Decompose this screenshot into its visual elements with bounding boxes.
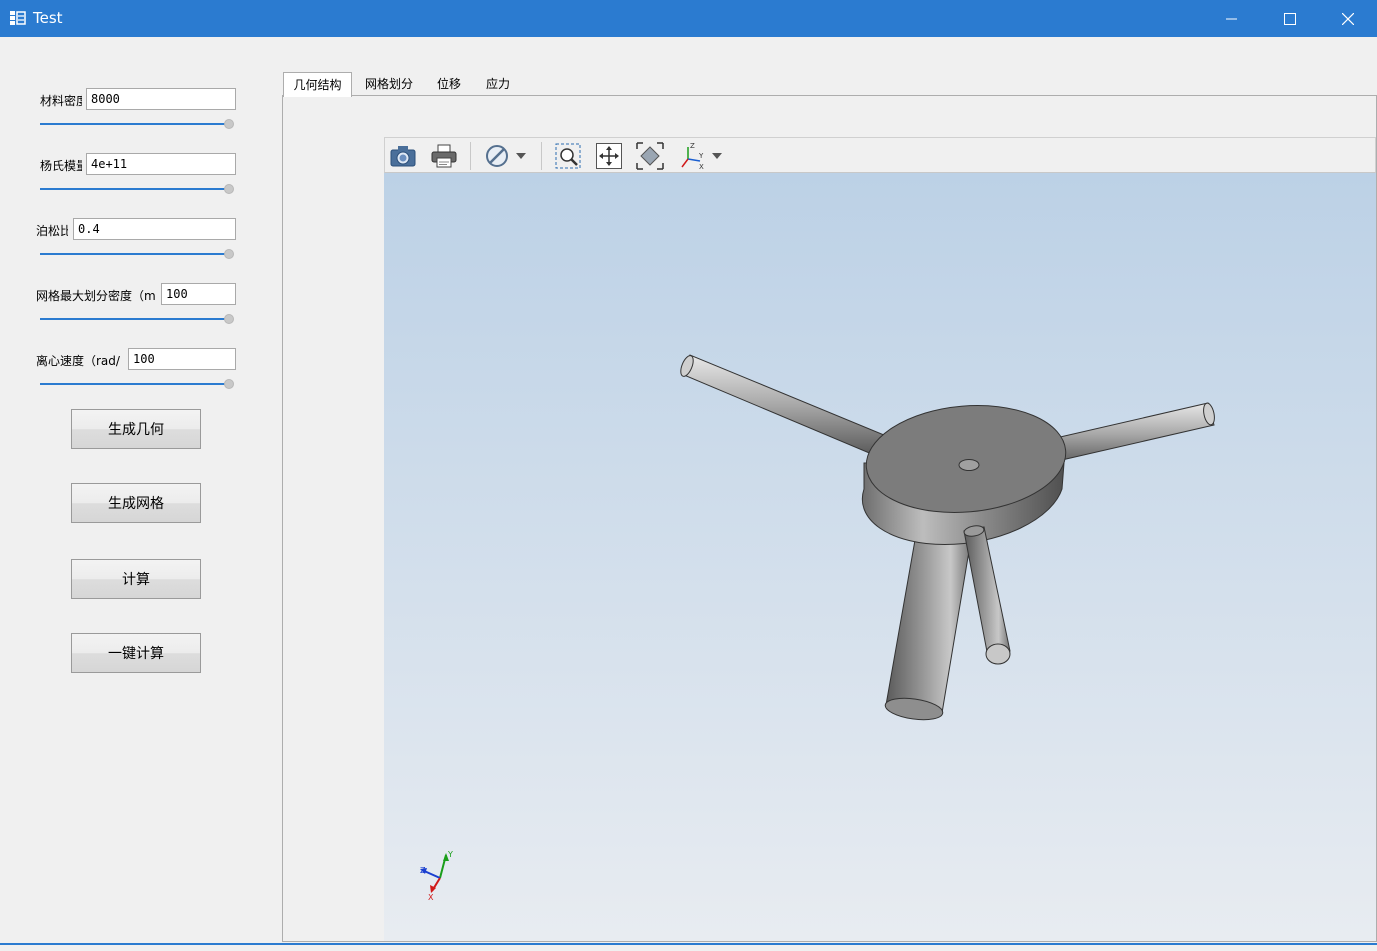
- poisson-ratio-input[interactable]: [73, 218, 236, 240]
- slider-handle[interactable]: [224, 314, 234, 324]
- axis-x-label: X: [428, 893, 434, 902]
- slider-handle[interactable]: [224, 249, 234, 259]
- title-bar: Test: [0, 0, 1377, 37]
- pan-button[interactable]: [594, 141, 624, 171]
- maximize-button[interactable]: [1261, 0, 1319, 37]
- density-slider[interactable]: [40, 119, 234, 129]
- centrifugal-speed-slider[interactable]: [40, 379, 234, 389]
- hub-disk: [861, 404, 1067, 545]
- generate-geometry-button[interactable]: 生成几何: [71, 409, 201, 449]
- axes-view-dropdown[interactable]: [707, 141, 727, 171]
- poisson-ratio-label: 泊松比: [36, 224, 68, 238]
- tab-displacement[interactable]: 位移: [426, 72, 472, 96]
- tab-geometry[interactable]: 几何结构: [283, 72, 352, 97]
- bottom-arm: [884, 522, 973, 721]
- axes-view-icon: Z Y X: [681, 142, 704, 171]
- hide-icon: [486, 145, 508, 167]
- axis-z-label: Z: [420, 866, 426, 875]
- mesh-density-slider[interactable]: [40, 314, 234, 324]
- fit-all-button[interactable]: [635, 141, 665, 171]
- generate-mesh-button[interactable]: 生成网格: [71, 483, 201, 523]
- close-icon: [1342, 12, 1354, 25]
- youngs-modulus-input[interactable]: [86, 153, 236, 175]
- left-arm: [680, 354, 885, 456]
- print-button[interactable]: [429, 141, 459, 171]
- camera-icon: [390, 146, 416, 167]
- slider-handle[interactable]: [224, 119, 234, 129]
- svg-text:Y: Y: [698, 152, 704, 160]
- centrifugal-speed-input[interactable]: [128, 348, 236, 370]
- zoom-box-button[interactable]: [553, 141, 583, 171]
- chevron-down-icon: [712, 153, 722, 159]
- centrifugal-speed-label: 离心速度（rad/: [36, 354, 120, 368]
- viewer-toolbar: Z Y X: [384, 137, 1376, 173]
- pan-icon: [596, 143, 622, 169]
- hide-dropdown[interactable]: [511, 141, 531, 171]
- hide-button[interactable]: [482, 141, 512, 171]
- svg-text:Z: Z: [690, 142, 695, 150]
- compute-button[interactable]: 计算: [71, 559, 201, 599]
- chevron-down-icon: [516, 153, 526, 159]
- zoom-box-icon: [555, 143, 581, 169]
- one-click-compute-button[interactable]: 一键计算: [71, 633, 201, 673]
- mesh-density-label: 网格最大划分密度（m: [36, 289, 156, 303]
- maximize-icon: [1284, 12, 1296, 25]
- small-rod: [963, 525, 1011, 665]
- printer-icon: [431, 144, 457, 168]
- screenshot-button[interactable]: [388, 141, 418, 171]
- close-button[interactable]: [1319, 0, 1377, 37]
- mesh-density-input[interactable]: [161, 283, 236, 305]
- axes-view-button[interactable]: Z Y X: [677, 141, 707, 171]
- density-label: 材料密度: [40, 94, 82, 108]
- density-input[interactable]: [86, 88, 236, 110]
- svg-text:X: X: [699, 163, 704, 171]
- poisson-ratio-slider[interactable]: [40, 249, 234, 259]
- app-icon: [9, 9, 27, 27]
- minimize-icon: [1226, 18, 1237, 19]
- youngs-modulus-slider[interactable]: [40, 184, 234, 194]
- 3d-viewport[interactable]: Y Z X: [384, 173, 1376, 941]
- minimize-button[interactable]: [1203, 0, 1261, 37]
- slider-handle[interactable]: [224, 184, 234, 194]
- axes-triad: Y Z X: [420, 850, 453, 902]
- slider-handle[interactable]: [224, 379, 234, 389]
- geometry-model: Y Z X: [420, 354, 1215, 902]
- axis-y-label: Y: [447, 850, 453, 859]
- tab-mesh[interactable]: 网格划分: [356, 72, 422, 96]
- fit-all-icon: [636, 142, 664, 170]
- tab-stress[interactable]: 应力: [476, 72, 520, 96]
- window-title: Test: [33, 9, 63, 27]
- youngs-modulus-label: 杨氏模量: [40, 159, 82, 173]
- window-frame-bottom: [0, 943, 1377, 945]
